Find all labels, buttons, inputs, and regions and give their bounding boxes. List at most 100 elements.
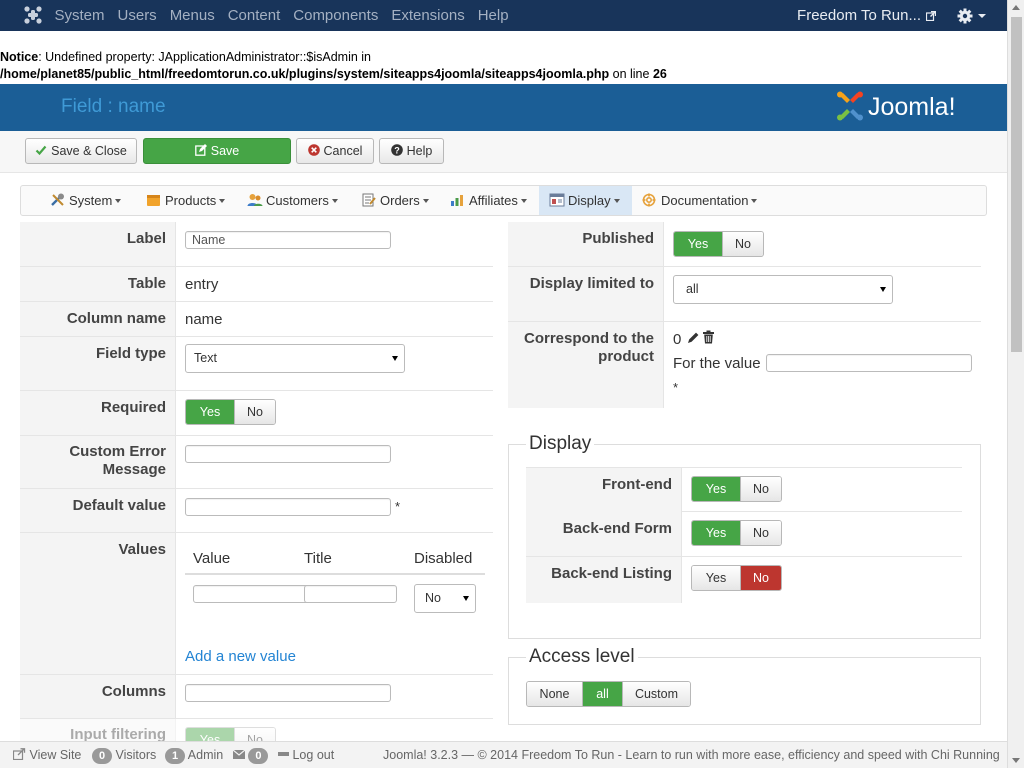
status-bar: View Site 0 Visitors 1 Admin 0 Log out J…: [0, 741, 1007, 768]
admin-indicator[interactable]: 1 Admin: [165, 742, 223, 768]
backend-form-label: Back-end Form: [526, 512, 682, 556]
menu-extensions[interactable]: Extensions: [385, 0, 471, 31]
published-label: Published: [508, 222, 664, 266]
title-input[interactable]: [304, 585, 397, 603]
notice-line: 26: [652, 67, 667, 81]
site-link[interactable]: Freedom To Run...: [797, 0, 936, 31]
for-value-input[interactable]: [766, 354, 972, 372]
access-level-toggle[interactable]: None all Custom: [526, 681, 691, 707]
save-button[interactable]: Save: [143, 138, 291, 164]
display-limited-select[interactable]: all: [673, 275, 893, 304]
required-toggle[interactable]: Yes No: [185, 399, 276, 425]
menu-content[interactable]: Content: [221, 0, 287, 31]
cancel-label: Cancel: [323, 144, 363, 158]
published-no[interactable]: No: [722, 232, 763, 256]
joomla-icon[interactable]: [23, 5, 43, 25]
gear-icon[interactable]: [957, 7, 987, 25]
messages-indicator[interactable]: 0: [233, 742, 269, 768]
custom-error-label: Custom Error Message: [20, 436, 176, 488]
submenu-documentation[interactable]: Documentation: [642, 186, 758, 215]
row-backend-listing: Back-end Listing Yes No: [526, 557, 962, 603]
published-yes[interactable]: Yes: [674, 232, 722, 256]
submenu-affiliates[interactable]: Affiliates: [450, 186, 527, 215]
columns-input[interactable]: [185, 684, 391, 702]
scroll-down-icon[interactable]: [1012, 758, 1020, 763]
visitors-label: Visitors: [115, 748, 157, 762]
submenu-system[interactable]: System: [50, 186, 122, 215]
custom-error-input[interactable]: [185, 445, 391, 463]
pencil-icon[interactable]: [686, 331, 699, 345]
frontend-no[interactable]: No: [740, 477, 781, 501]
help-button[interactable]: ? Help: [379, 138, 444, 164]
component-submenu: System Products Customers Orders Affilia…: [20, 185, 987, 216]
admin-label: Admin: [187, 748, 224, 762]
backend-listing-yes[interactable]: Yes: [692, 566, 740, 590]
save-close-button[interactable]: Save & Close: [25, 138, 137, 164]
frontend-yes[interactable]: Yes: [692, 477, 740, 501]
display-limited-value: all: [686, 282, 699, 296]
access-legend: Access level: [526, 646, 638, 668]
cancel-button[interactable]: Cancel: [296, 138, 374, 164]
submenu-products[interactable]: Products: [146, 186, 226, 215]
disabled-select[interactable]: No: [414, 584, 476, 613]
columns-label: Columns: [20, 675, 176, 718]
label-input[interactable]: Name: [185, 231, 391, 249]
row-display-limited: Display limited to all: [508, 267, 981, 322]
menu-system[interactable]: System: [48, 0, 111, 31]
envelope-icon: [233, 750, 245, 759]
scroll-thumb[interactable]: [1011, 17, 1022, 352]
backend-form-yes[interactable]: Yes: [692, 521, 740, 545]
published-toggle[interactable]: Yes No: [673, 231, 764, 257]
backend-form-toggle[interactable]: Yes No: [691, 520, 782, 546]
required-yes[interactable]: Yes: [186, 400, 234, 424]
value-input[interactable]: [193, 585, 315, 603]
row-columns: Columns: [20, 675, 493, 719]
field-type-select[interactable]: Text: [185, 344, 405, 373]
check-icon: [35, 145, 47, 156]
visitors-badge: 0: [92, 748, 112, 764]
page-scrollbar[interactable]: [1007, 0, 1024, 768]
visitors-indicator[interactable]: 0 Visitors: [92, 742, 156, 768]
products-icon: [147, 195, 160, 206]
values-header-value: Value: [193, 550, 231, 567]
submenu-orders[interactable]: Orders: [361, 186, 429, 215]
menu-help[interactable]: Help: [471, 0, 515, 31]
access-custom[interactable]: Custom: [622, 682, 690, 706]
required-no[interactable]: No: [234, 400, 275, 424]
add-value-link[interactable]: Add a new value: [185, 648, 296, 665]
frontend-toggle[interactable]: Yes No: [691, 476, 782, 502]
logout-link[interactable]: Log out: [278, 742, 334, 768]
notice-text: : Undefined property: JApplicationAdmini…: [38, 50, 372, 64]
joomla-logo-text: Joomla!: [868, 93, 956, 121]
access-none[interactable]: None: [527, 682, 582, 706]
row-values: Values Value Title Disabled No Add a new…: [20, 533, 493, 675]
row-column-name: Column name name: [20, 302, 493, 337]
svg-text:?: ?: [394, 145, 400, 155]
view-site-link[interactable]: View Site: [13, 742, 81, 768]
orders-icon: [362, 193, 376, 207]
menu-users[interactable]: Users: [111, 0, 163, 31]
joomla-logo: Joomla!: [837, 91, 956, 121]
values-table: Value Title Disabled: [185, 543, 485, 575]
cancel-icon: [307, 144, 320, 156]
backend-listing-no[interactable]: No: [740, 566, 781, 590]
page-title: Field : name: [61, 96, 166, 117]
row-required: Required Yes No: [20, 391, 493, 436]
backend-form-no[interactable]: No: [740, 521, 781, 545]
backend-listing-label: Back-end Listing: [526, 557, 682, 603]
correspond-label: Correspond to the product: [508, 322, 664, 408]
scroll-up-icon[interactable]: [1012, 5, 1020, 10]
menu-components[interactable]: Components: [287, 0, 385, 31]
messages-badge: 0: [248, 748, 269, 764]
table-value: entry: [185, 276, 219, 293]
top-navbar: System Users Menus Content Components Ex…: [0, 0, 1007, 31]
backend-listing-toggle[interactable]: Yes No: [691, 565, 782, 591]
access-all[interactable]: all: [582, 682, 622, 706]
submenu-display[interactable]: Display: [539, 186, 632, 215]
row-published: Published Yes No: [508, 222, 981, 267]
menu-menus[interactable]: Menus: [163, 0, 221, 31]
row-custom-error: Custom Error Message: [20, 436, 493, 489]
trash-icon[interactable]: [702, 330, 715, 344]
default-value-input[interactable]: [185, 498, 391, 516]
submenu-customers[interactable]: Customers: [247, 186, 338, 215]
